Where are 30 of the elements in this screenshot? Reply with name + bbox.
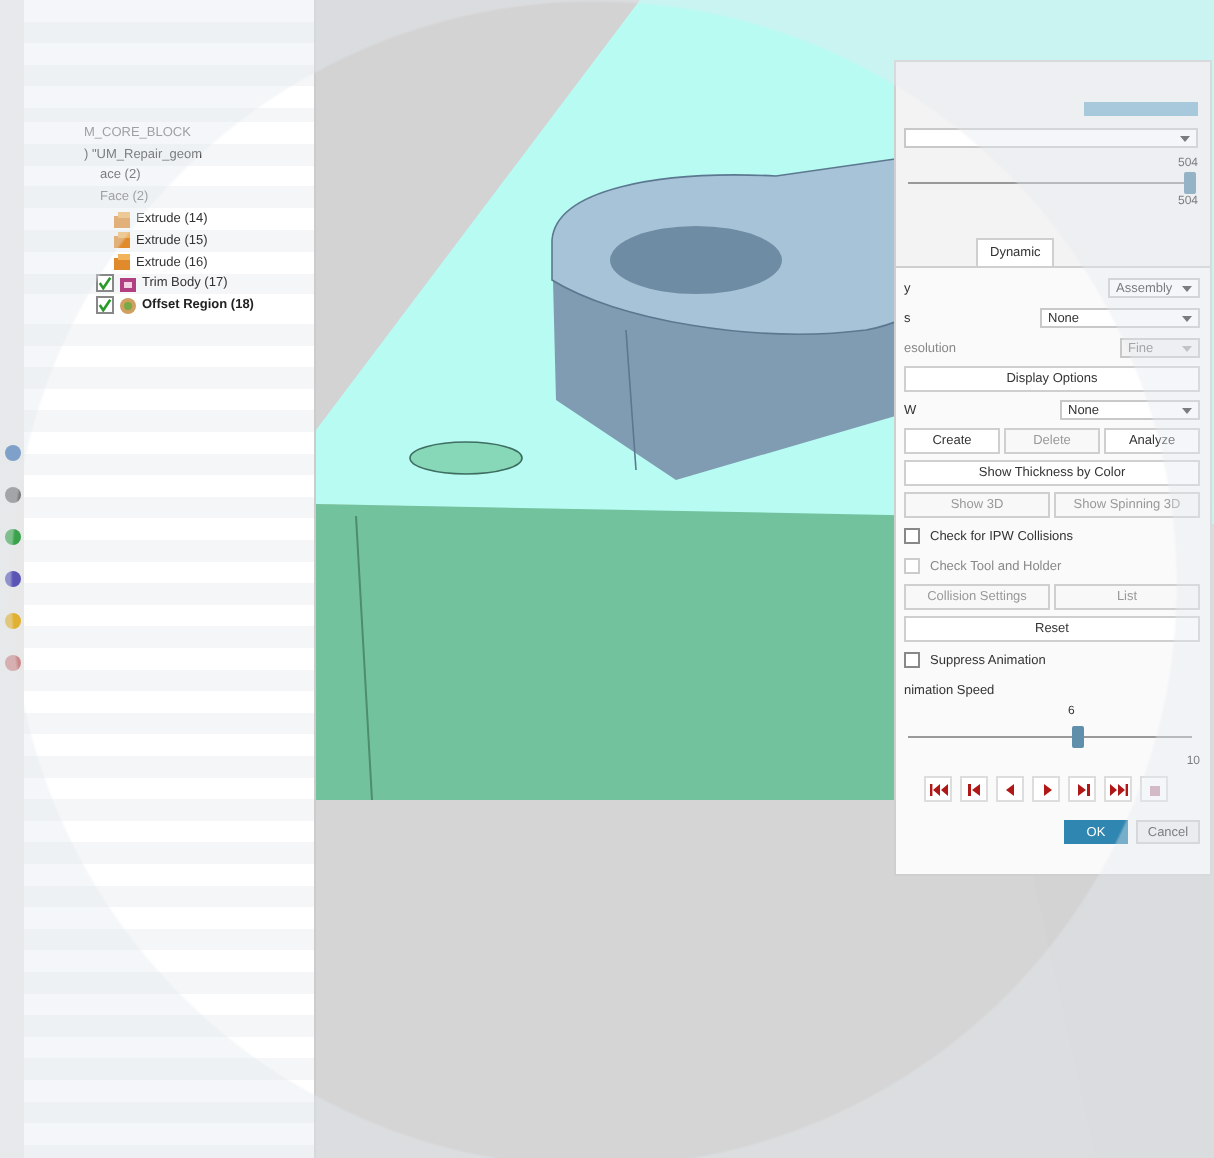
extrude-icon: [112, 230, 132, 251]
extrude-icon: [112, 252, 132, 273]
play-reverse-icon: [1001, 781, 1019, 797]
checkbox[interactable]: [96, 296, 114, 315]
title-bar: [1084, 102, 1198, 116]
playback-button[interactable]: [1104, 776, 1132, 802]
checkbox[interactable]: [96, 274, 114, 293]
trim-icon: [118, 273, 138, 294]
go-to-end-icon: [1109, 781, 1127, 797]
caret-icon: [1182, 407, 1192, 413]
offset-icon: [118, 295, 138, 316]
stop-icon: [1145, 781, 1163, 797]
step-back-icon: [965, 781, 983, 797]
playback-button[interactable]: [924, 776, 952, 802]
slider-thumb[interactable]: [1072, 726, 1085, 748]
checkbox[interactable]: [904, 652, 920, 668]
playback-button[interactable]: [1068, 776, 1096, 802]
playback-button[interactable]: [960, 776, 988, 802]
caret-icon: [1182, 315, 1192, 321]
caret-icon: [1180, 135, 1190, 141]
caret-icon: [1182, 345, 1192, 351]
go-to-start-icon: [929, 781, 947, 797]
checkbox[interactable]: [904, 528, 920, 544]
sphere-icon: [3, 528, 21, 546]
slider-thumb[interactable]: [1184, 172, 1196, 194]
caret-icon: [1182, 285, 1192, 291]
playback-button[interactable]: [1032, 776, 1060, 802]
step-forward-icon: [1073, 781, 1091, 797]
extrude-icon: [112, 209, 132, 230]
playback-button[interactable]: [996, 776, 1024, 802]
